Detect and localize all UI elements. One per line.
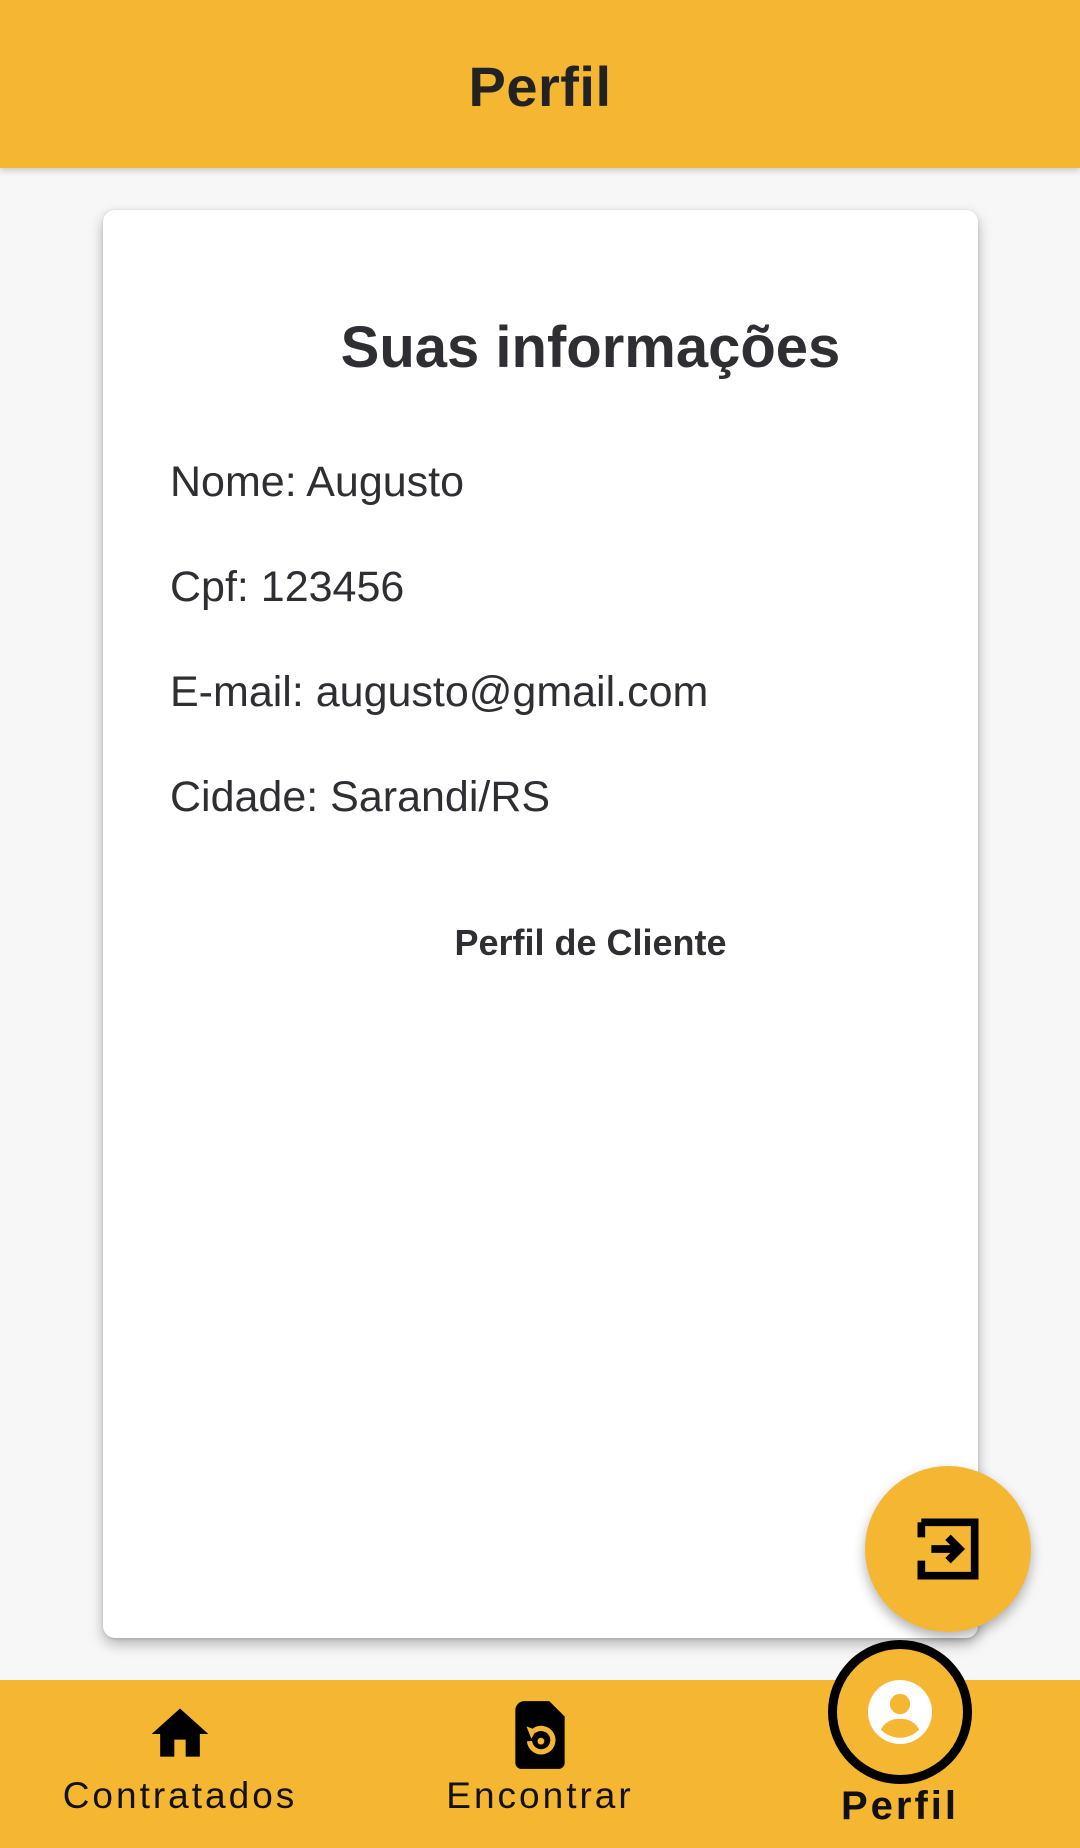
nav-item-encontrar[interactable]: Encontrar — [400, 1680, 680, 1848]
nav-label-perfil: Perfil — [840, 1784, 960, 1828]
home-icon — [151, 1708, 209, 1757]
name-line: Nome: Augusto — [170, 458, 465, 506]
email-line: E-mail: augusto@gmail.com — [170, 668, 709, 716]
logout-icon — [917, 1518, 979, 1580]
profile-type-label: Perfil de Cliente — [454, 922, 727, 963]
page-title: Perfil — [468, 54, 612, 118]
nav-item-contratados[interactable]: Contratados — [40, 1680, 320, 1848]
profile-card: Suas informações Nome: Augusto Cpf: 1234… — [103, 210, 978, 1638]
nav-label-contratados: Contratados — [62, 1775, 298, 1816]
account-circle-icon — [868, 1680, 932, 1744]
active-tab-indicator[interactable] — [828, 1640, 972, 1784]
city-line: Cidade: Sarandi/RS — [170, 773, 551, 821]
logout-button[interactable] — [865, 1466, 1031, 1632]
nav-label-encontrar: Encontrar — [446, 1775, 634, 1816]
card-title: Suas informações — [340, 315, 841, 380]
find-document-icon — [515, 1701, 565, 1769]
app-bar: Perfil — [0, 0, 1080, 168]
cpf-line: Cpf: 123456 — [170, 563, 405, 611]
